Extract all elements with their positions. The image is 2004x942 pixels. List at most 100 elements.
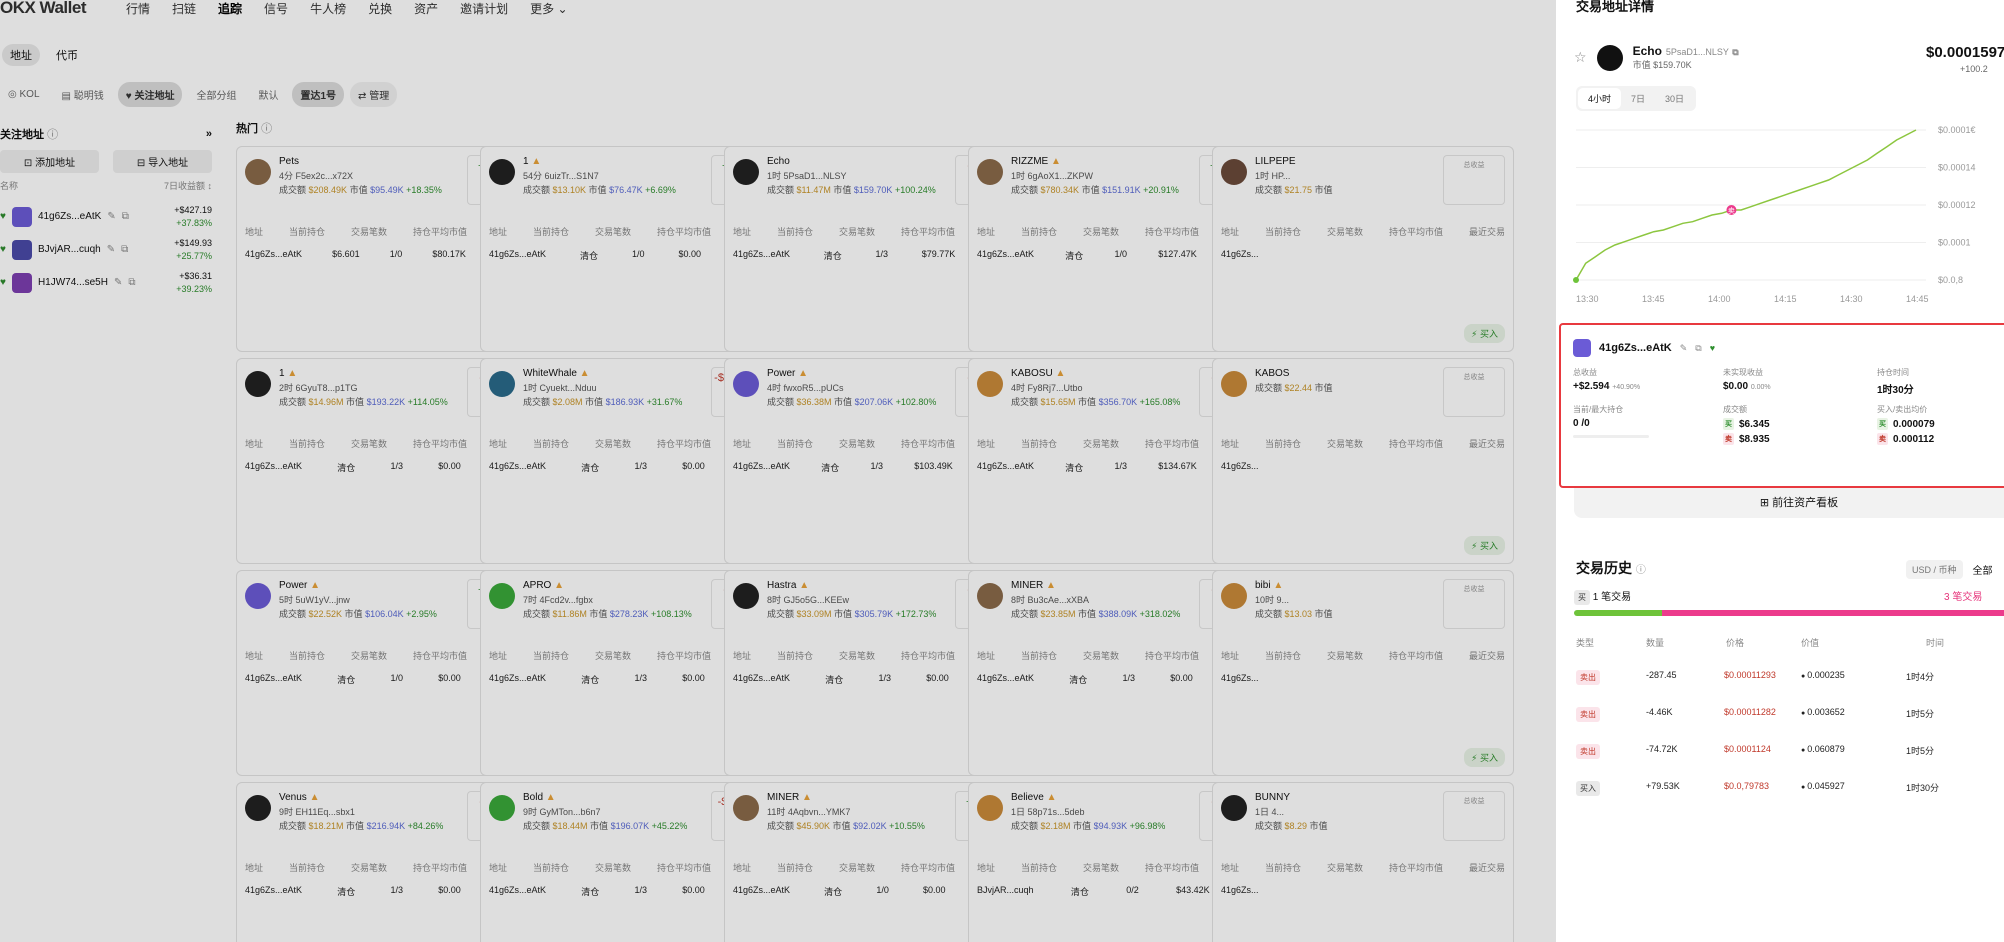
token-address[interactable]: 1时 HP... [1255,169,1435,183]
nav-track[interactable]: 追踪 [218,0,242,17]
token-address[interactable]: 4时 fwxoR5...pUCs [767,381,947,395]
token-card[interactable]: KABOS 成交额 $22.44 市值 总收益 地址 当前持仓 交易笔数 持仓平均市值 最近… [1212,358,1514,564]
address-detail-panel: 交易地址详情 ☆ Echo 5PsaD1...NLSY ⧉ 市值 $159.70K… [1556,0,2004,942]
token-address[interactable]: 5PsaD1...NLSY [1666,47,1729,57]
token-card-grid: Pets 4分 F5ex2c...x72X 成交额 $208.49K 市值 $95.… [236,146,1556,942]
card-holder-row[interactable]: 41g6Zs... [1221,885,1505,895]
card-pnl-label: 总收益 [1463,798,1485,805]
holder-avg: $127.47K [1158,249,1197,259]
token-address[interactable]: 8时 GJ5o5G...KEEw [767,593,947,607]
nav-leaderboard[interactable]: 牛人榜 [310,0,346,17]
card-holder-row[interactable]: 41g6Zs... [1221,249,1505,259]
token-address[interactable]: 7时 4Fcd2v...fgbx [523,593,703,607]
buy-button[interactable]: ⚡ 买入 [1464,748,1505,767]
nav-market[interactable]: 行情 [126,0,150,17]
token-card[interactable]: BUNNY 1日 4... 成交额 $8.29 市值 总收益 地址 当前持仓 交易笔数 持仓… [1212,782,1514,942]
tab-30d[interactable]: 30日 [1655,88,1694,109]
col-7d-pnl[interactable]: 7日收益额 ↕ [164,179,212,192]
token-card[interactable]: LILPEPE 1时 HP... 成交额 $21.75 市值 总收益 地址 当前持仓 交易… [1212,146,1514,352]
copy-icon[interactable]: ⧉ [122,211,129,222]
nav-swap[interactable]: 兑换 [368,0,392,17]
nav-assets[interactable]: 资产 [414,0,438,17]
token-address[interactable]: 54分 6uizTr...S1N7 [523,169,703,183]
x-tick-label: 14:45 [1906,294,1929,304]
copy-icon[interactable]: ⧉ [1695,343,1701,354]
manage-button[interactable]: ⇄ 管理 [350,82,398,107]
holder-position: 清仓 [337,463,356,473]
filter-following[interactable]: ♥ 关注地址 [117,82,183,107]
filter-following-label: 关注地址 [134,91,175,102]
nav-more[interactable]: 更多 ⌄ [530,0,567,17]
token-address[interactable]: 4分 F5ex2c...x72X [279,169,459,183]
token-address[interactable]: 9时 GyMTon...b6n7 [523,805,703,819]
token-address[interactable]: 1日 58p71s...5deb [1011,805,1191,819]
edit-icon[interactable]: ✎ [114,277,122,288]
position-bar [1573,435,1649,438]
edit-icon[interactable]: ✎ [107,244,115,255]
token-stats: 成交额 $36.38M 市值 $207.06K +102.80% [767,397,937,407]
info-icon: ⓘ [47,129,59,141]
nav-scan[interactable]: 扫链 [172,0,196,17]
add-address-button[interactable]: ⊡ 添加地址 [0,150,99,173]
tab-address[interactable]: 地址 [2,44,40,66]
buy-button[interactable]: ⚡ 买入 [1464,536,1505,555]
heart-icon[interactable]: ♥ [0,211,6,222]
currency-toggle[interactable]: USD / 币种 [1906,560,1963,579]
card-info: Bold ▲ 9时 GyMTon...b6n7 成交额 $18.44M 市值 $19… [523,791,703,841]
copy-icon[interactable]: ⧉ [1732,47,1738,57]
card-holder-row[interactable]: 41g6Zs... [1221,673,1505,683]
heart-icon[interactable]: ♥ [0,244,6,255]
token-address[interactable]: 1时 5PsaD1...NLSY [767,169,947,183]
watch-wallet-row[interactable]: ♥ H1JW74...se5H ✎ ⧉ +$36.31 +39.23% [0,266,212,299]
token-address[interactable]: 1时 6gAoX1...ZKPW [1011,169,1191,183]
goto-asset-board-button[interactable]: ⊞ 前往资产看板 [1574,488,2004,518]
token-address[interactable]: 5时 5uW1yV...jnw [279,593,459,607]
heart-icon[interactable]: ♥ [0,277,6,288]
history-qty: -74.72K [1646,744,1678,754]
import-icon: ⊟ [136,158,146,169]
watch-wallet-row[interactable]: ♥ BJvjAR...cuqh ✎ ⧉ +$149.93 +25.77% [0,233,212,266]
card-col-label: 当前持仓 [1020,227,1057,237]
unrealized-pnl: $0.00 [1723,381,1749,392]
heart-icon[interactable]: ♥ [1710,343,1715,353]
filter-smart-money[interactable]: ▤ 聪明钱 [54,82,112,107]
tab-4h[interactable]: 4小时 [1578,88,1622,109]
holder-tx: 1/3 [390,885,403,895]
token-address[interactable]: 8时 Bu3cAe...xXBA [1011,593,1191,607]
copy-icon[interactable]: ⧉ [128,277,135,288]
filter-group-1[interactable]: 置达1号 [292,82,345,107]
edit-icon[interactable]: ✎ [107,211,115,222]
token-market-cap: 市值 $159.70K [1632,60,1692,70]
collapse-icon[interactable]: » [206,128,212,140]
token-address[interactable]: 1时 Cyuekt...Nduu [523,381,703,395]
nav-signal[interactable]: 信号 [264,0,288,17]
token-address[interactable]: 10时 9... [1255,593,1435,607]
filter-all-groups[interactable]: 全部分组 [188,82,244,107]
token-address[interactable]: 11时 4Aqbvn...YMK7 [767,805,947,819]
filter-all[interactable]: 全部 [1973,562,1993,577]
token-address[interactable]: 1日 4... [1255,805,1435,819]
token-change: +31.67% [646,397,683,407]
tab-7d[interactable]: 7日 [1621,88,1655,109]
token-address[interactable]: 9时 EH11Eq...sbx1 [279,805,459,819]
history-value-text: 0.000235 [1807,670,1845,680]
filter-kol[interactable]: ◎ KOL [0,84,48,105]
history-value: ● 0.003652 [1801,707,1845,717]
buy-button[interactable]: ⚡ 买入 [1464,324,1505,343]
star-icon[interactable]: ☆ [1574,49,1587,66]
edit-icon[interactable]: ✎ [1680,343,1688,354]
nav-invite[interactable]: 邀请计划 [460,0,508,17]
token-cap: $151.91K [1102,185,1141,195]
token-address[interactable]: 4时 Fy8Rj7...Utbo [1011,381,1191,395]
copy-icon[interactable]: ⧉ [121,244,128,255]
app-logo[interactable]: OKX Wallet [0,0,87,18]
tab-token[interactable]: 代币 [48,44,86,66]
token-avatar [245,159,271,185]
watch-wallet-row[interactable]: ♥ 41g6Zs...eAtK ✎ ⧉ +$427.19 +37.83% [0,200,212,233]
card-holder-row[interactable]: 41g6Zs... [1221,461,1505,471]
token-address[interactable]: 2时 6GyuT8...p1TG [279,381,459,395]
token-card[interactable]: bibi ▲ 10时 9... 成交额 $13.03 市值 总收益 地址 当前持仓 交易笔… [1212,570,1514,776]
buy-sell-ratio-bar [1574,610,2004,616]
import-address-button[interactable]: ⊟ 导入地址 [113,150,212,173]
filter-default[interactable]: 默认 [250,82,286,107]
